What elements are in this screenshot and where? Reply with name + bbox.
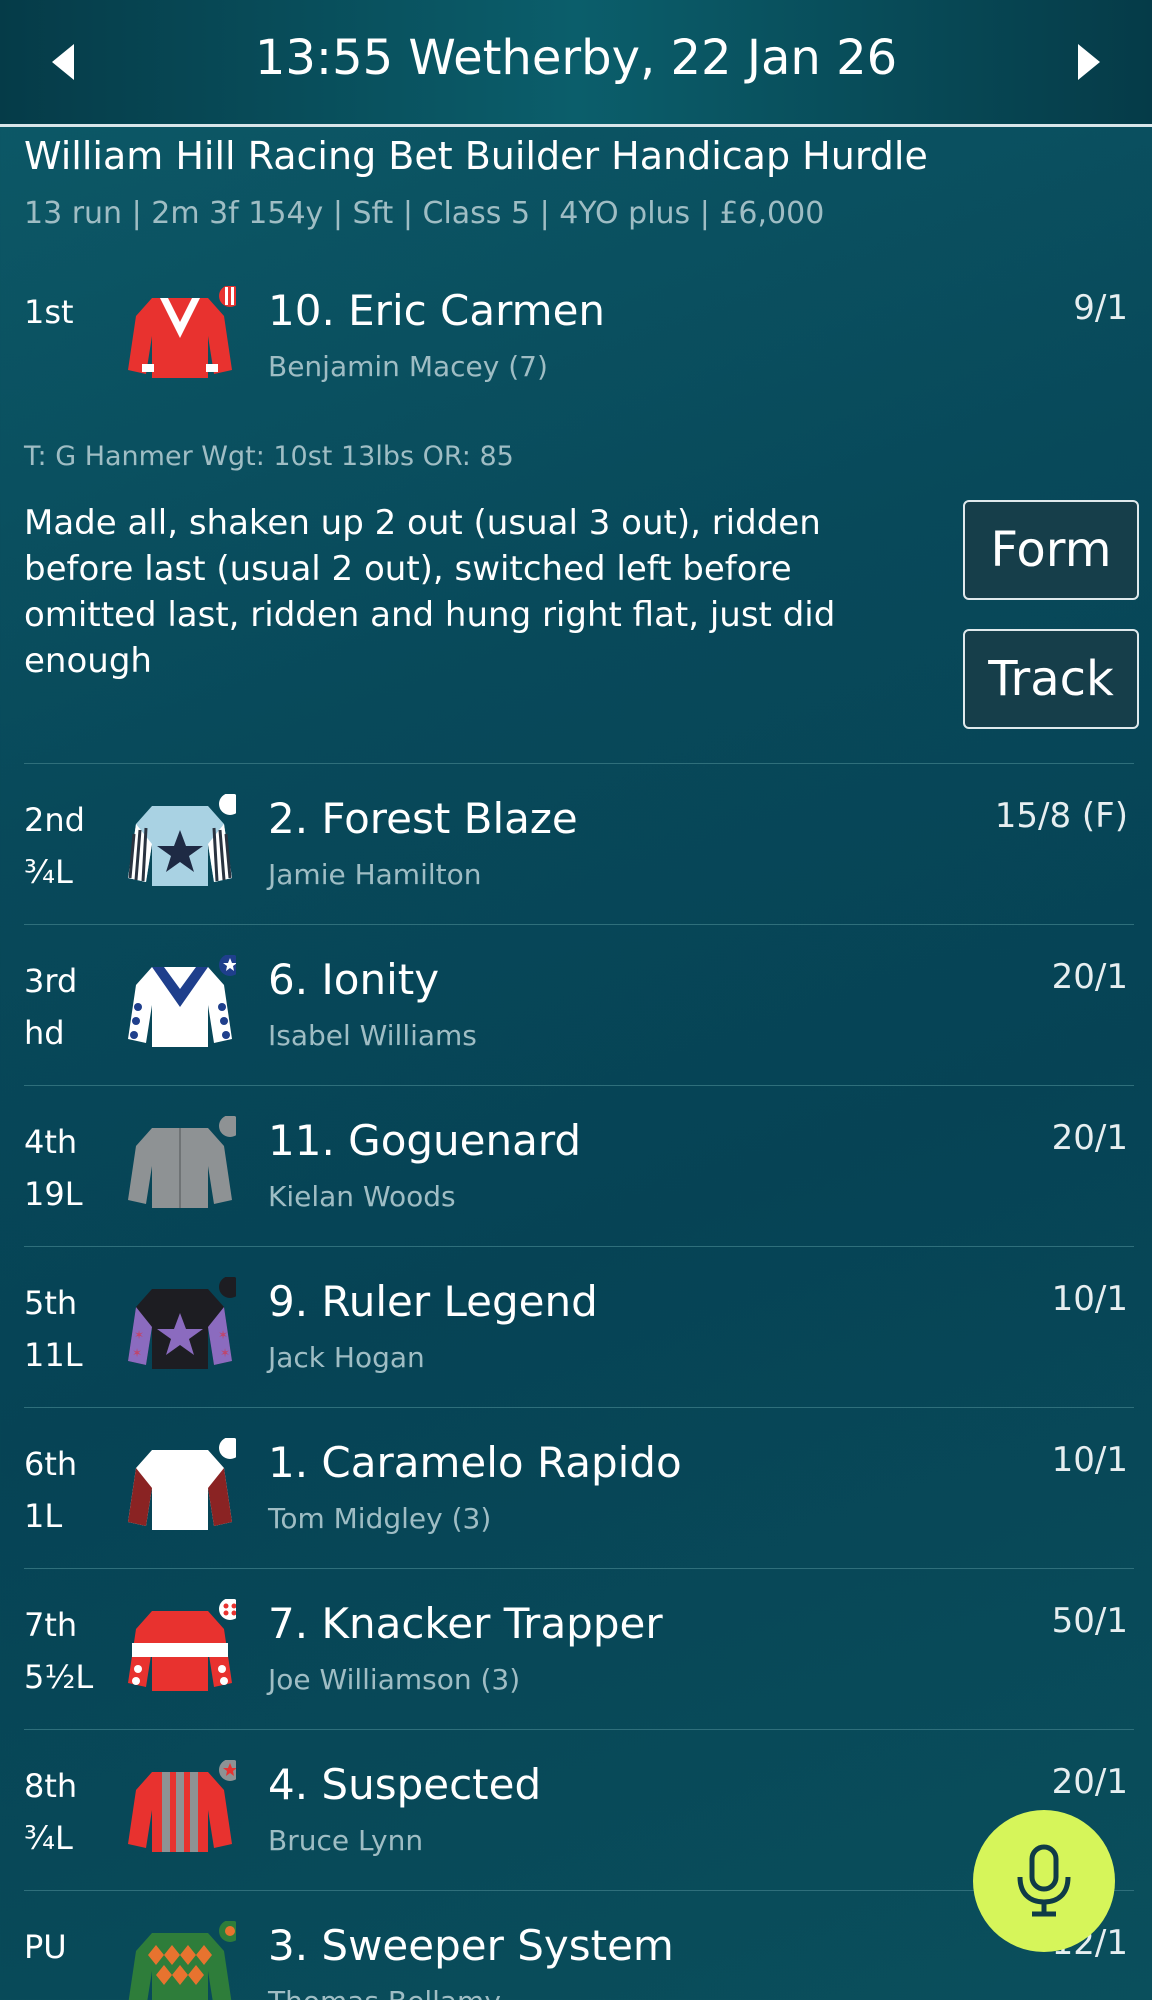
divider (24, 1729, 1134, 1730)
runner-row[interactable]: 7th 5½L 7. Knacker Trapper Joe Williamson… (0, 1571, 1152, 1731)
runner-row[interactable]: 3rd hd 6. Ionity Isabel Williams 20/1 (0, 927, 1152, 1087)
silk-icon (128, 1599, 236, 1691)
silk-icon (128, 955, 236, 1047)
microphone-icon (1017, 1844, 1071, 1917)
odds: 10/1 (1051, 1440, 1128, 1480)
microphone-button[interactable] (973, 1810, 1115, 1952)
runner-row[interactable]: 2nd ¾L 2. Forest Blaze Jamie Hamilton 15/… (0, 766, 1152, 926)
silk-icon (128, 1921, 236, 2000)
silk-icon (128, 1438, 236, 1530)
silk-icon (128, 794, 236, 886)
divider (24, 1085, 1134, 1086)
header-bar: 13:55 Wetherby, 22 Jan 26 (0, 0, 1152, 127)
jockey-name: Jack Hogan (268, 1341, 425, 1374)
runner-position: 8th ¾L (24, 1767, 78, 1857)
svg-text:✶: ✶ (218, 1328, 228, 1342)
horse-name: 11. Goguenard (268, 1116, 582, 1165)
horse-name: 1. Caramelo Rapido (268, 1438, 682, 1487)
svg-text:✶: ✶ (132, 1346, 142, 1360)
runner-position: 2nd ¾L (24, 801, 85, 891)
runner-row[interactable]: 4th 19L 11. Goguenard Kielan Woods 20/1 (0, 1088, 1152, 1248)
divider (24, 1246, 1134, 1247)
horse-name: 2. Forest Blaze (268, 794, 578, 843)
track-button[interactable]: Track (963, 629, 1139, 729)
jockey-name: Jamie Hamilton (268, 858, 482, 891)
divider (24, 1568, 1134, 1569)
silk-icon: ✶ ✶ ✶ ✶ (128, 1277, 236, 1369)
odds: 20/1 (1051, 1762, 1128, 1802)
race-title: 13:55 Wetherby, 22 Jan 26 (254, 30, 898, 86)
race-info: 13 run | 2m 3f 154y | Sft | Class 5 | 4Y… (24, 196, 825, 231)
jockey-name: Isabel Williams (268, 1019, 477, 1052)
odds: 15/8 (F) (994, 796, 1128, 836)
runner-position: 4th 19L (24, 1123, 83, 1213)
jockey-name: Kielan Woods (268, 1180, 456, 1213)
horse-name: 4. Suspected (268, 1760, 542, 1809)
horse-name: 7. Knacker Trapper (268, 1599, 663, 1648)
divider (24, 1890, 1134, 1891)
odds: 20/1 (1051, 957, 1128, 997)
odds: 9/1 (1073, 288, 1128, 328)
chevron-right-icon[interactable] (1078, 44, 1100, 80)
divider (24, 763, 1134, 764)
runner-position: 1st (24, 293, 74, 331)
jockey-name: Benjamin Macey (7) (268, 350, 548, 383)
horse-name: 3. Sweeper System (268, 1921, 674, 1970)
runner-position: PU (24, 1928, 67, 1966)
divider (24, 924, 1134, 925)
jockey-name: Thomas Bellamy (268, 1985, 501, 2000)
runner-position: 3rd hd (24, 962, 78, 1052)
svg-text:✶: ✶ (220, 1346, 230, 1360)
jockey-name: Joe Williamson (3) (268, 1663, 521, 1696)
odds: 10/1 (1051, 1279, 1128, 1319)
horse-name: 6. Ionity (268, 955, 440, 1004)
silk-icon (128, 1760, 236, 1852)
odds: 50/1 (1051, 1601, 1128, 1641)
form-button[interactable]: Form (963, 500, 1139, 600)
trainer-weight-rating: T: G Hanmer Wgt: 10st 13lbs OR: 85 (24, 441, 514, 472)
odds: 20/1 (1051, 1118, 1128, 1158)
race-comment: Made all, shaken up 2 out (usual 3 out),… (24, 503, 836, 681)
divider (24, 1407, 1134, 1408)
runner-position: 7th 5½L (24, 1606, 94, 1696)
runner-position: 6th 1L (24, 1445, 78, 1535)
horse-name: 9. Ruler Legend (268, 1277, 598, 1326)
jockey-name: Bruce Lynn (268, 1824, 424, 1857)
runner-row[interactable]: 5th 11L ✶ ✶ ✶ ✶ 9. Ruler Legend Jack Hogan … (0, 1249, 1152, 1409)
winner-row[interactable]: 1st 10. Eric Carmen Benjamin Macey (7) 9… (0, 258, 1152, 418)
race-name: William Hill Racing Bet Builder Handicap… (24, 134, 928, 178)
horse-name: 10. Eric Carmen (268, 286, 606, 335)
jockey-name: Tom Midgley (3) (268, 1502, 492, 1535)
silk-icon (128, 1116, 236, 1208)
svg-text:✶: ✶ (134, 1328, 144, 1342)
silk-icon (128, 286, 236, 378)
runner-position: 5th 11L (24, 1284, 83, 1374)
runner-row[interactable]: 6th 1L 1. Caramelo Rapido Tom Midgley (3)… (0, 1410, 1152, 1570)
